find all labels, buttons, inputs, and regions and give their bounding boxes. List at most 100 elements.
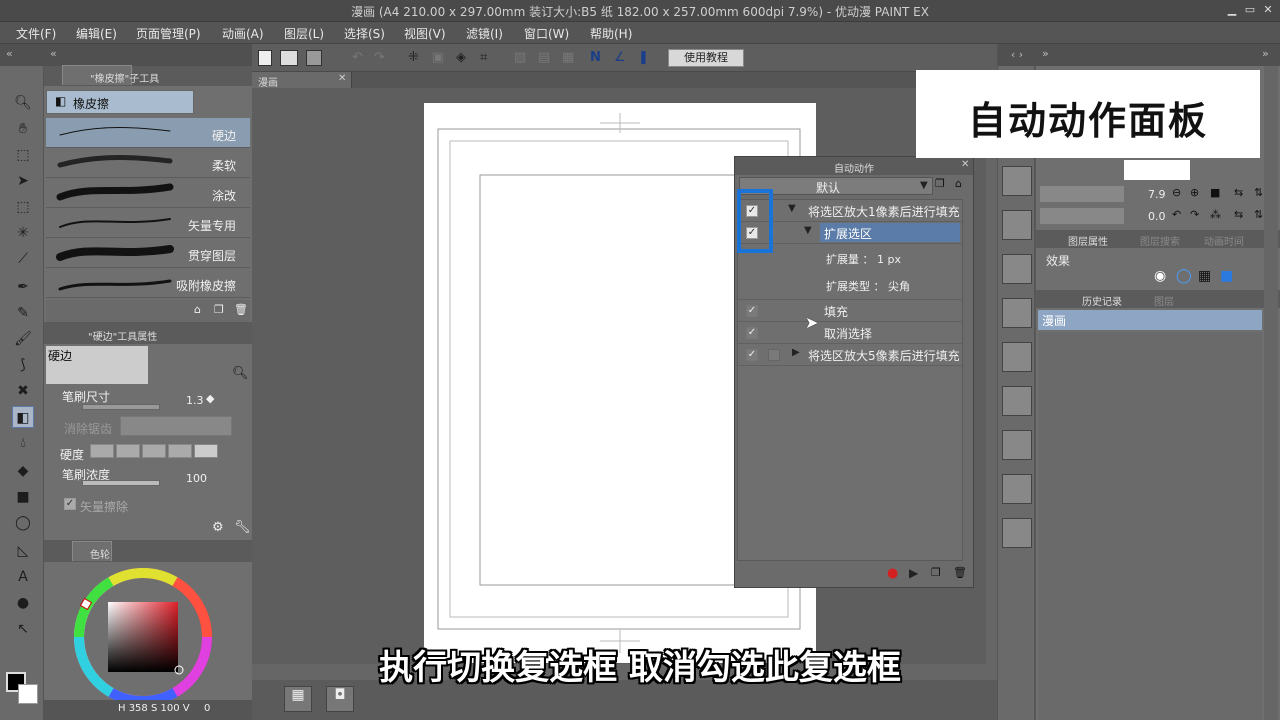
perspective-icon[interactable]: ∠ [614,50,630,66]
canvas-scrollbar-v[interactable] [986,88,997,664]
effect-color-icon[interactable]: ◯ [1176,268,1192,284]
panel-icon-1[interactable] [1002,166,1032,196]
right-dock-scrollbar[interactable] [1264,66,1278,720]
redo-icon[interactable]: ↷ [374,51,390,65]
rotate-left-icon[interactable]: ↶ [1172,208,1181,221]
color-wheel-tab[interactable]: 色轮 [90,546,110,561]
action-row[interactable]: ✓ 取消选择 [738,322,962,344]
history-item[interactable]: 漫画 [1038,310,1262,330]
subtool-item-through-layer[interactable]: 贯穿图层 [46,238,250,268]
fill-icon[interactable]: ▨ [514,50,530,66]
collapse-icon[interactable]: » [1042,47,1049,60]
brush-icon[interactable]: 🖌︎ [12,328,34,350]
menu-view[interactable]: 视图(V) [404,25,446,42]
color-wheel[interactable] [72,566,214,708]
gradient-icon[interactable]: ■ [12,486,34,508]
tab-history[interactable]: 历史记录 [1082,293,1122,308]
wrench-icon[interactable]: 🔧︎ [234,520,251,535]
hardness-step[interactable] [168,444,192,458]
vector-erase-checkbox[interactable]: ✓ [64,498,76,510]
operation-icon[interactable]: ⬚ [12,144,34,166]
tab-layer[interactable]: 图层 [1154,293,1174,308]
zoom-slider[interactable] [1040,186,1124,202]
collapse-icon[interactable]: » [1262,47,1269,60]
expand-icon[interactable]: ▼ [788,203,796,214]
balloon-icon[interactable]: ● [12,592,34,614]
reset-rotate-icon[interactable]: ⁂ [1210,208,1221,221]
menu-page[interactable]: 页面管理(P) [136,25,201,42]
zoom-in-icon[interactable]: ⊕ [1190,186,1199,199]
subtool-settings-icon[interactable]: ⌂ [194,303,201,316]
tab-layer-property[interactable]: 图层属性 [1068,233,1108,248]
fit-icon[interactable]: ■ [1210,186,1220,199]
panel-icon-9[interactable] [1002,518,1032,548]
clear-icon[interactable]: ◈ [456,50,472,66]
effect-tone-icon[interactable]: ▦ [1198,268,1211,284]
fill-bucket-icon[interactable]: ◆ [12,460,34,482]
tutorial-button[interactable]: 使用教程 [668,49,744,67]
panel-icon-8[interactable] [1002,474,1032,504]
marquee-icon[interactable]: ⬚ [12,196,34,218]
eyedropper-icon[interactable]: ⟋ [12,248,34,270]
hardness-step[interactable] [116,444,140,458]
minimize-icon[interactable]: ▁ [1224,3,1240,17]
mirror-v-icon[interactable]: ⇅ [1254,208,1263,221]
duplicate-icon[interactable]: ❐ [931,566,941,579]
rotate-right-icon[interactable]: ↷ [1190,208,1199,221]
effect-layer-color-icon[interactable]: ■ [1220,268,1233,284]
open-folder-icon[interactable] [280,50,298,66]
subtool-group-button[interactable]: ◧ 橡皮擦 [46,90,194,114]
play-icon[interactable]: ▶ [909,566,918,580]
expand-icon[interactable]: ‹ › [998,44,1036,66]
correct-line-icon[interactable]: ↖ [12,618,34,640]
menu-filter[interactable]: 滤镜(I) [466,25,503,42]
action-row[interactable]: ✓ ▶ 将选区放大5像素后进行填充 [738,344,962,366]
hardness-step[interactable] [194,444,218,458]
flip-h-icon[interactable]: ⇆ [1234,186,1243,199]
menu-edit[interactable]: 编辑(E) [76,25,117,42]
ruler-icon[interactable]: N [590,50,606,66]
pencil-icon[interactable]: ✎ [12,302,34,324]
tab-layer-search[interactable]: 图层搜索 [1140,233,1180,248]
new-set-icon[interactable]: ❐ [935,177,945,190]
hardness-step[interactable] [142,444,166,458]
dialog-toggle-icon[interactable] [768,349,780,361]
decoration-icon[interactable]: ✖ [12,380,34,402]
subtool-item-vector[interactable]: 矢量专用 [46,208,250,238]
panel-icon-3[interactable] [1002,254,1032,284]
subtool-item-hard[interactable]: 硬边 [46,118,250,148]
panel-icon-6[interactable] [1002,386,1032,416]
effect-border-icon[interactable]: ◉ [1154,268,1166,284]
eraser-icon[interactable]: ◧ [12,406,34,428]
undo-icon[interactable]: ↶ [352,51,368,65]
airbrush-icon[interactable]: ⟆ [12,354,34,376]
panel-icon-4[interactable] [1002,298,1032,328]
action-checkbox[interactable]: ✓ [746,349,758,361]
subtool-item-snap-eraser[interactable]: 吸附橡皮擦 [46,268,250,298]
blend-icon[interactable]: 💧︎ [12,432,34,454]
density-slider[interactable] [82,480,160,486]
spinner-icon[interactable]: ◆ [206,392,214,405]
canvas-tab[interactable]: 漫画 ✕ [252,72,352,89]
grid-icon[interactable]: ▦ [562,50,578,66]
menu-animation[interactable]: 动画(A) [222,25,264,42]
panel-icon-5[interactable] [1002,342,1032,372]
hardness-step[interactable] [90,444,114,458]
zoom-out-icon[interactable]: ⊖ [1172,186,1181,199]
close-panel-icon[interactable]: ✕ [961,159,969,170]
frame-icon[interactable]: ◺ [12,540,34,562]
record-icon[interactable]: ● [887,566,898,581]
hand-icon[interactable]: ✋︎ [12,118,34,140]
action-row[interactable]: ✓ 填充 [738,300,962,322]
menu-layer[interactable]: 图层(L) [284,25,324,42]
menu-window[interactable]: 窗口(W) [524,25,569,42]
panel-icon-2[interactable] [1002,210,1032,240]
settings-icon[interactable]: ⚙ [212,520,224,535]
menu-select[interactable]: 选择(S) [344,25,385,42]
transform-icon[interactable]: ⁜ [408,50,424,66]
new-file-icon[interactable] [258,50,272,66]
antialias-control[interactable] [120,416,232,436]
chevron-right-icon[interactable]: ▶ [792,347,800,358]
navigator-preview[interactable] [1124,160,1190,180]
shape-icon[interactable]: ◯ [12,512,34,534]
